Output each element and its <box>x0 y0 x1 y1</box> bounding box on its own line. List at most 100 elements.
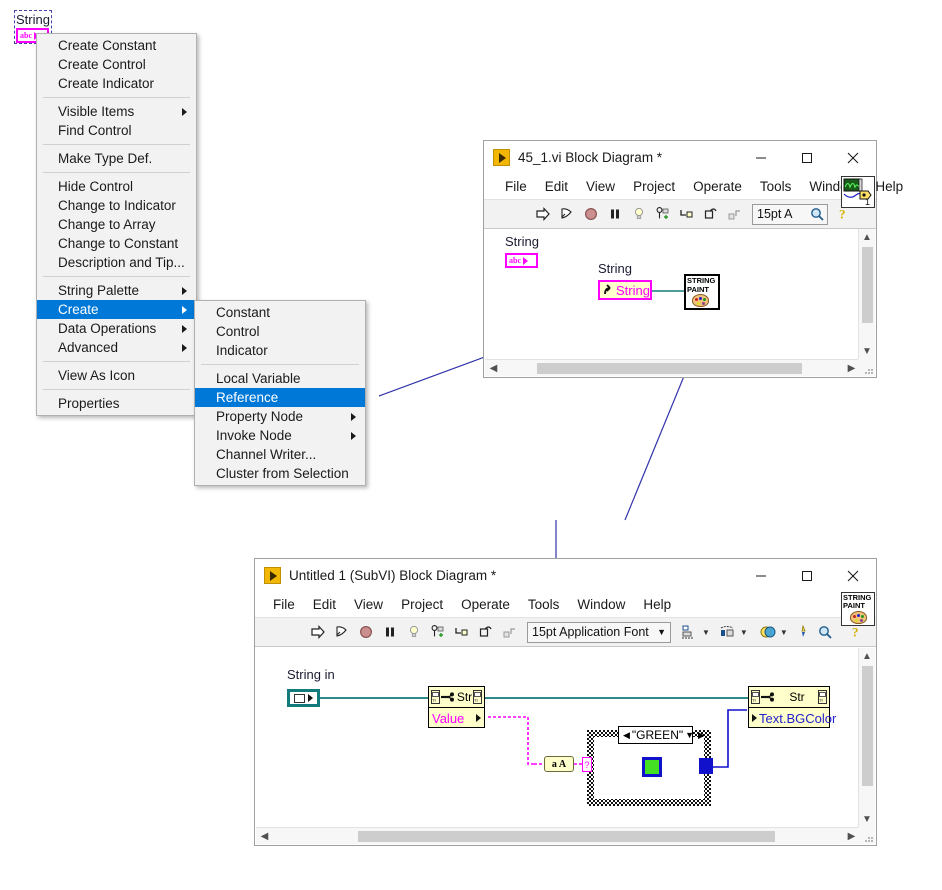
submenu-item-cluster-from-selection[interactable]: Cluster from Selection <box>195 464 365 483</box>
menu-view[interactable]: View <box>345 597 392 612</box>
scroll-thumb-horizontal[interactable] <box>358 830 775 842</box>
diagram-canvas-subvi[interactable]: String in ?! Str ?! Value a A ◀ "GREEN" … <box>256 648 860 828</box>
ctx-item-visible-items[interactable]: Visible Items <box>37 102 196 121</box>
toolbar-subvi[interactable]: 15pt Application Font ▼ ▼ ▼ ▼ ? <box>255 618 876 647</box>
search-icon[interactable] <box>806 203 828 225</box>
run-arrow-icon[interactable] <box>307 621 329 643</box>
vertical-scrollbar-subvi[interactable]: ▲ ▼ <box>858 648 875 828</box>
case-next-arrow-icon[interactable]: ▶ <box>696 730 707 741</box>
ctx-item-create-control[interactable]: Create Control <box>37 55 196 74</box>
search-icon[interactable] <box>814 621 836 643</box>
submenu-item-control[interactable]: Control <box>195 322 365 341</box>
ctx-item-properties[interactable]: Properties <box>37 394 196 413</box>
abort-execution-icon[interactable] <box>355 621 377 643</box>
chevron-down-icon[interactable]: ▼ <box>740 628 748 637</box>
submenu-item-property-node[interactable]: Property Node <box>195 407 365 426</box>
step-over-icon[interactable] <box>475 621 497 643</box>
submenu-item-constant[interactable]: Constant <box>195 303 365 322</box>
scroll-down-button[interactable]: ▼ <box>859 343 876 360</box>
property-row-text-bgcolor[interactable]: Text.BGColor <box>749 708 836 728</box>
minimize-button[interactable] <box>738 141 784 174</box>
titlebar-main[interactable]: 45_1.vi Block Diagram * <box>484 141 876 174</box>
horizontal-scrollbar-main[interactable]: ◀ ▶ <box>485 359 860 376</box>
diagram-canvas-main[interactable]: String abc String String STRING PAINT <box>485 229 860 360</box>
color-box-constant[interactable] <box>642 757 662 777</box>
ctx-item-change-to-constant[interactable]: Change to Constant <box>37 234 196 253</box>
step-into-icon[interactable] <box>451 621 473 643</box>
menu-project[interactable]: Project <box>624 179 684 194</box>
menu-operate[interactable]: Operate <box>452 597 519 612</box>
submenu-item-indicator[interactable]: Indicator <box>195 341 365 360</box>
chevron-down-icon[interactable]: ▼ <box>780 628 788 637</box>
property-row-value[interactable]: Value <box>429 708 484 728</box>
case-selector-label[interactable]: ◀ "GREEN" ▼ ▶ <box>618 726 705 744</box>
run-continuously-icon[interactable] <box>331 621 353 643</box>
run-continuously-icon[interactable] <box>556 203 578 225</box>
case-output-tunnel[interactable] <box>699 758 713 774</box>
window-controls-main[interactable] <box>738 141 876 174</box>
close-button[interactable] <box>830 559 876 592</box>
ctx-item-create[interactable]: Create <box>37 300 196 319</box>
menu-help[interactable]: Help <box>634 597 680 612</box>
case-selector-terminal[interactable]: ? <box>582 757 592 772</box>
scroll-left-button[interactable]: ◀ <box>256 828 273 845</box>
ctx-item-description-and-tip[interactable]: Description and Tip... <box>37 253 196 272</box>
close-button[interactable] <box>830 141 876 174</box>
menu-file[interactable]: File <box>264 597 304 612</box>
submenu-item-local-variable[interactable]: Local Variable <box>195 369 365 388</box>
ctx-item-data-operations[interactable]: Data Operations <box>37 319 196 338</box>
menu-operate[interactable]: Operate <box>684 179 751 194</box>
step-into-icon[interactable] <box>676 203 698 225</box>
ctx-item-view-as-icon[interactable]: View As Icon <box>37 366 196 385</box>
highlight-execution-icon[interactable] <box>403 621 425 643</box>
pause-icon[interactable] <box>604 203 626 225</box>
font-selector-subvi[interactable]: 15pt Application Font ▼ <box>527 621 671 643</box>
string-in-terminal[interactable] <box>287 689 320 707</box>
ctx-item-find-control[interactable]: Find Control <box>37 121 196 140</box>
titlebar-subvi[interactable]: Untitled 1 (SubVI) Block Diagram * <box>255 559 876 592</box>
distribute-objects-icon[interactable] <box>717 621 739 643</box>
submenu-item-reference[interactable]: Reference <box>195 388 365 407</box>
align-objects-icon[interactable] <box>679 621 701 643</box>
ctx-item-string-palette[interactable]: String Palette <box>37 281 196 300</box>
menu-window[interactable]: Window <box>568 597 634 612</box>
case-dropdown-arrow-icon[interactable]: ▼ <box>683 730 696 740</box>
maximize-button[interactable] <box>784 559 830 592</box>
menu-view[interactable]: View <box>577 179 624 194</box>
to-upper-case-node[interactable]: a A <box>544 756 574 772</box>
window-45-1-block-diagram[interactable]: 45_1.vi Block Diagram * File Edit View P… <box>483 140 903 378</box>
step-over-icon[interactable] <box>700 203 722 225</box>
ctx-item-create-indicator[interactable]: Create Indicator <box>37 74 196 93</box>
menu-edit[interactable]: Edit <box>304 597 345 612</box>
menu-file[interactable]: File <box>496 179 536 194</box>
ctx-item-advanced[interactable]: Advanced <box>37 338 196 357</box>
string-paint-subvi-node[interactable]: STRING PAINT <box>684 274 720 310</box>
create-submenu[interactable]: Constant Control Indicator Local Variabl… <box>194 300 366 486</box>
string-reference-node[interactable]: String <box>598 280 652 300</box>
scroll-thumb-vertical[interactable] <box>861 247 873 323</box>
scroll-up-button[interactable]: ▲ <box>859 229 876 246</box>
ctx-item-change-to-array[interactable]: Change to Array <box>37 215 196 234</box>
menubar-main[interactable]: File Edit View Project Operate Tools Win… <box>484 174 903 200</box>
menubar-subvi[interactable]: File Edit View Project Operate Tools Win… <box>255 592 876 618</box>
submenu-item-channel-writer[interactable]: Channel Writer... <box>195 445 365 464</box>
maximize-button[interactable] <box>784 141 830 174</box>
scroll-up-button[interactable]: ▲ <box>859 648 876 665</box>
vertical-scrollbar-main[interactable]: ▲ ▼ <box>858 229 875 360</box>
property-node-value[interactable]: ?! Str ?! Value <box>428 686 485 728</box>
abort-execution-icon[interactable] <box>580 203 602 225</box>
string-control-terminal-main[interactable]: abc <box>505 253 538 268</box>
pause-icon[interactable] <box>379 621 401 643</box>
retain-wire-values-icon[interactable] <box>427 621 449 643</box>
ctx-item-hide-control[interactable]: Hide Control <box>37 177 196 196</box>
ctx-item-create-constant[interactable]: Create Constant <box>37 36 196 55</box>
menu-tools[interactable]: Tools <box>519 597 569 612</box>
scroll-thumb-horizontal[interactable] <box>537 362 802 374</box>
vi-icon-main[interactable]: 1 <box>841 176 875 208</box>
vi-icon-subvi[interactable]: STRING PAINT <box>841 592 875 626</box>
chevron-down-icon[interactable]: ▼ <box>702 628 710 637</box>
property-node-text-bgcolor[interactable]: ?! Str ?! Text.BGColor <box>748 686 836 728</box>
scroll-down-button[interactable]: ▼ <box>859 811 876 828</box>
submenu-item-invoke-node[interactable]: Invoke Node <box>195 426 365 445</box>
menu-project[interactable]: Project <box>392 597 452 612</box>
